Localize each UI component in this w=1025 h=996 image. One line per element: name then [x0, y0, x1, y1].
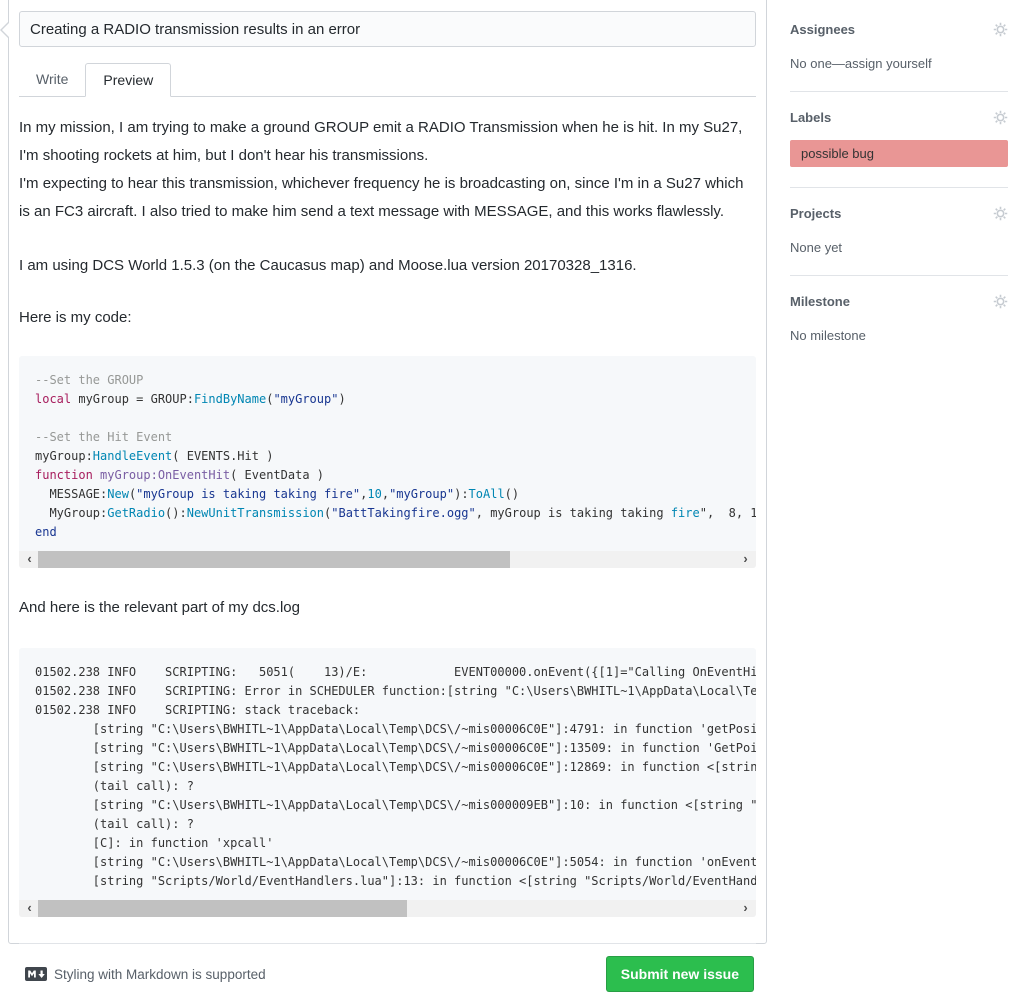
- gear-icon[interactable]: [993, 110, 1008, 125]
- scrollbar-thumb[interactable]: [38, 551, 510, 568]
- projects-heading: Projects: [790, 206, 841, 221]
- assignees-value[interactable]: No one—assign yourself: [790, 56, 1008, 71]
- submit-new-issue-button[interactable]: Submit new issue: [606, 956, 754, 992]
- sidebar-section-labels: Labels possible bug: [790, 100, 1008, 188]
- scroll-left-arrow-icon[interactable]: ‹: [21, 900, 38, 917]
- issue-title-input[interactable]: [19, 11, 756, 47]
- log-code-lines: 01502.238 INFO SCRIPTING: 5051( 13)/E: E…: [19, 648, 756, 900]
- markdown-support-note[interactable]: Styling with Markdown is supported: [25, 967, 266, 982]
- tab-preview[interactable]: Preview: [85, 63, 171, 97]
- editor-tab-bar: Write Preview: [19, 63, 756, 97]
- issue-paragraph-1: In my mission, I am trying to make a gro…: [19, 114, 756, 226]
- sidebar-section-milestone: Milestone No milestone: [790, 284, 1008, 363]
- labels-heading: Labels: [790, 110, 831, 125]
- projects-heading-row[interactable]: Projects: [790, 206, 1008, 221]
- lua-code-scrollbar[interactable]: ‹ ›: [19, 551, 756, 568]
- tab-write[interactable]: Write: [19, 63, 85, 97]
- log-code-scrollbar[interactable]: ‹ ›: [19, 900, 756, 917]
- scrollbar-thumb[interactable]: [38, 900, 407, 917]
- scroll-right-arrow-icon[interactable]: ›: [737, 900, 754, 917]
- log-code-block: 01502.238 INFO SCRIPTING: 5051( 13)/E: E…: [19, 648, 756, 917]
- sidebar-section-assignees: Assignees No one—assign yourself: [790, 12, 1008, 92]
- issue-paragraph-3: Here is my code:: [19, 304, 756, 332]
- issue-paragraph-2: I am using DCS World 1.5.3 (on the Cauca…: [19, 252, 756, 280]
- milestone-value: No milestone: [790, 328, 1008, 343]
- assignees-heading: Assignees: [790, 22, 855, 37]
- new-issue-form: Write Preview In my mission, I am trying…: [8, 0, 767, 944]
- gear-icon[interactable]: [993, 294, 1008, 309]
- label-possible-bug[interactable]: possible bug: [790, 140, 1008, 167]
- milestone-heading: Milestone: [790, 294, 850, 309]
- markdown-note-text: Styling with Markdown is supported: [54, 967, 266, 982]
- projects-value: None yet: [790, 240, 1008, 255]
- gear-icon[interactable]: [993, 22, 1008, 37]
- labels-heading-row[interactable]: Labels: [790, 110, 1008, 125]
- gear-icon[interactable]: [993, 206, 1008, 221]
- scroll-left-arrow-icon[interactable]: ‹: [21, 551, 38, 568]
- assignees-heading-row[interactable]: Assignees: [790, 22, 1008, 37]
- form-footer: Styling with Markdown is supported Submi…: [19, 943, 756, 996]
- issue-sidebar: Assignees No one—assign yourself Labels …: [790, 12, 1008, 371]
- scroll-right-arrow-icon[interactable]: ›: [737, 551, 754, 568]
- markdown-icon: [25, 967, 47, 981]
- lua-code-block: --Set the GROUPlocal myGroup = GROUP:Fin…: [19, 356, 756, 568]
- sidebar-section-projects: Projects None yet: [790, 196, 1008, 276]
- lua-code-lines: --Set the GROUPlocal myGroup = GROUP:Fin…: [19, 356, 756, 551]
- issue-paragraph-4: And here is the relevant part of my dcs.…: [19, 594, 756, 622]
- preview-pane: In my mission, I am trying to make a gro…: [19, 97, 756, 917]
- milestone-heading-row[interactable]: Milestone: [790, 294, 1008, 309]
